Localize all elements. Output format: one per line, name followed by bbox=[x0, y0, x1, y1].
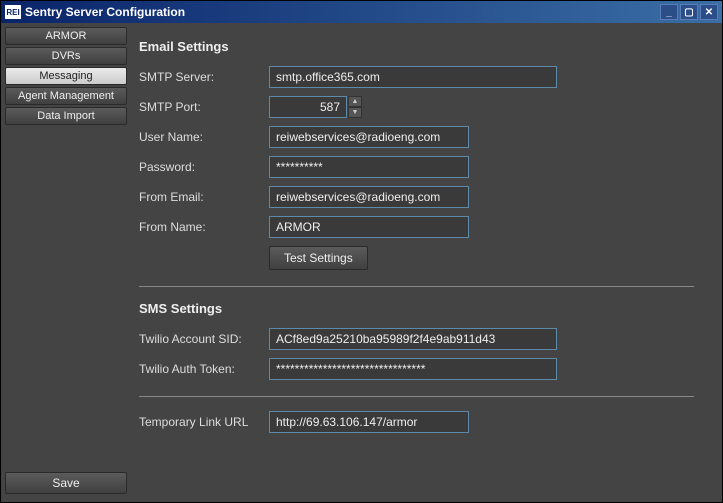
close-button[interactable]: ✕ bbox=[700, 4, 718, 20]
twilio-sid-input[interactable] bbox=[269, 328, 557, 350]
temp-link-input[interactable] bbox=[269, 411, 469, 433]
save-button[interactable]: Save bbox=[5, 472, 127, 494]
divider bbox=[139, 286, 694, 287]
titlebar: REI Sentry Server Configuration _ ▢ ✕ bbox=[1, 1, 722, 23]
spinner-up-icon[interactable]: ▲ bbox=[348, 96, 362, 107]
divider bbox=[139, 396, 694, 397]
from-name-label: From Name: bbox=[139, 220, 269, 234]
twilio-token-label: Twilio Auth Token: bbox=[139, 362, 269, 376]
smtp-port-spinner: ▲ ▼ bbox=[348, 96, 362, 118]
spinner-down-icon[interactable]: ▼ bbox=[348, 107, 362, 118]
email-settings-title: Email Settings bbox=[139, 39, 694, 54]
app-logo: REI bbox=[5, 5, 21, 19]
twilio-token-input[interactable] bbox=[269, 358, 557, 380]
sidebar-item-messaging[interactable]: Messaging bbox=[5, 67, 127, 85]
maximize-button[interactable]: ▢ bbox=[680, 4, 698, 20]
minimize-button[interactable]: _ bbox=[660, 4, 678, 20]
sidebar-item-dvrs[interactable]: DVRs bbox=[5, 47, 127, 65]
twilio-sid-label: Twilio Account SID: bbox=[139, 332, 269, 346]
sidebar-item-agent-management[interactable]: Agent Management bbox=[5, 87, 127, 105]
smtp-port-input[interactable] bbox=[269, 96, 347, 118]
window-title: Sentry Server Configuration bbox=[25, 5, 658, 19]
smtp-port-label: SMTP Port: bbox=[139, 100, 269, 114]
smtp-server-label: SMTP Server: bbox=[139, 70, 269, 84]
smtp-server-input[interactable] bbox=[269, 66, 557, 88]
sidebar: ARMOR DVRs Messaging Agent Management Da… bbox=[1, 23, 131, 502]
from-name-input[interactable] bbox=[269, 216, 469, 238]
password-input[interactable] bbox=[269, 156, 469, 178]
test-settings-button[interactable]: Test Settings bbox=[269, 246, 368, 270]
password-label: Password: bbox=[139, 160, 269, 174]
from-email-input[interactable] bbox=[269, 186, 469, 208]
sms-settings-title: SMS Settings bbox=[139, 301, 694, 316]
temp-link-label: Temporary Link URL bbox=[139, 415, 269, 429]
main-panel: Email Settings SMTP Server: SMTP Port: ▲… bbox=[131, 23, 722, 502]
username-input[interactable] bbox=[269, 126, 469, 148]
from-email-label: From Email: bbox=[139, 190, 269, 204]
username-label: User Name: bbox=[139, 130, 269, 144]
sidebar-item-armor[interactable]: ARMOR bbox=[5, 27, 127, 45]
sidebar-item-data-import[interactable]: Data Import bbox=[5, 107, 127, 125]
